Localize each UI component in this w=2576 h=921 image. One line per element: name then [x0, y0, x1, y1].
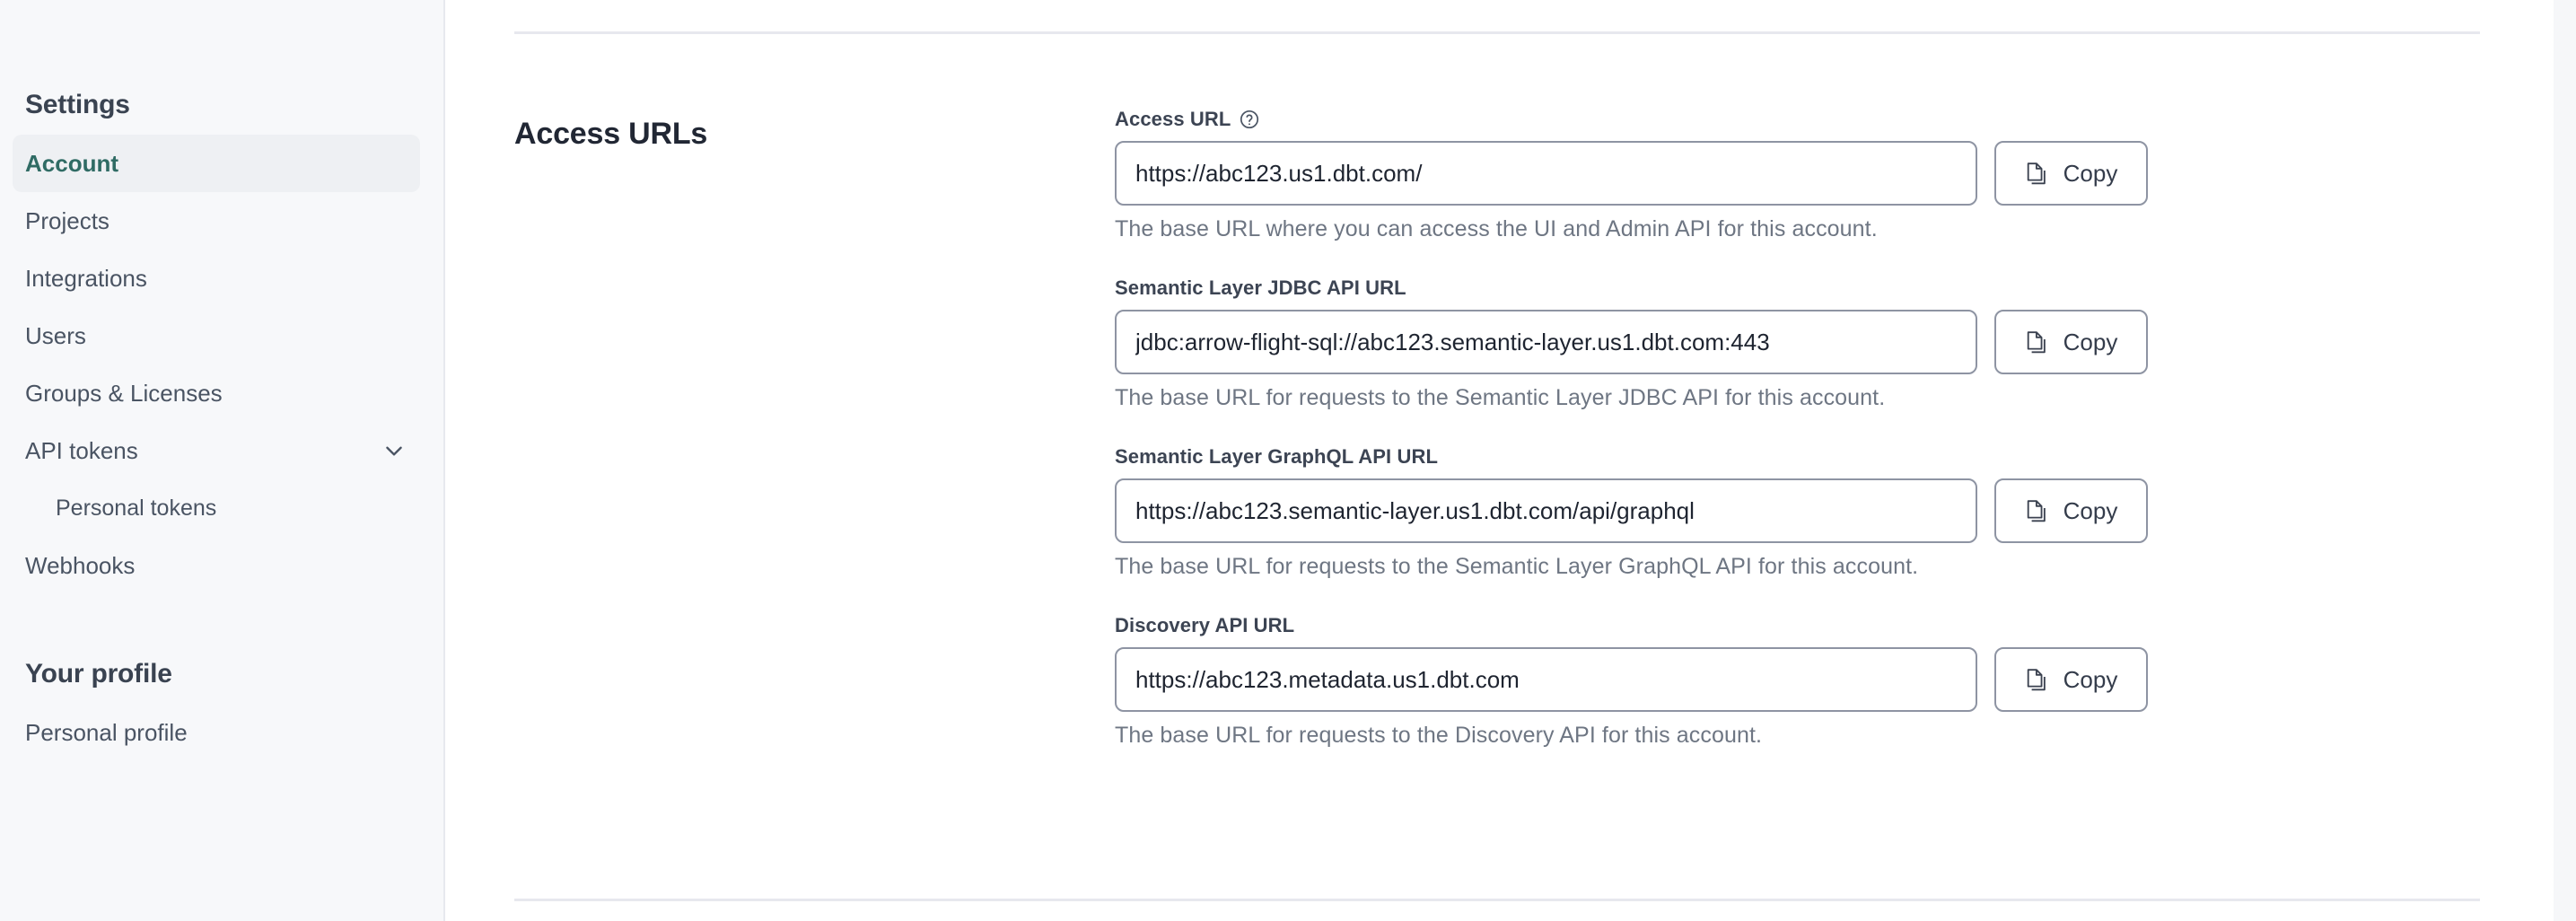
copy-icon: [2025, 497, 2049, 524]
sidebar-settings-title: Settings: [0, 90, 443, 120]
sidebar-item-label: Integrations: [25, 265, 406, 293]
url-input[interactable]: [1115, 647, 1977, 712]
sidebar-item-label: Projects: [25, 207, 406, 235]
field-group: Access URL Copy The base URL where you can…: [1115, 108, 2480, 242]
copy-button-label: Copy: [2063, 329, 2118, 356]
section-divider-bottom: [514, 899, 2480, 901]
copy-button[interactable]: Copy: [1994, 478, 2148, 543]
sidebar-item-label: Webhooks: [25, 552, 406, 580]
field-label-row: Discovery API URL: [1115, 614, 2480, 637]
sidebar-item-users[interactable]: Users: [13, 307, 420, 364]
field-input-row: Copy: [1115, 647, 2480, 712]
sidebar-item-label: Personal tokens: [56, 496, 406, 522]
field-label: Semantic Layer GraphQL API URL: [1115, 445, 1438, 469]
field-help-text: The base URL where you can access the UI…: [1115, 216, 2480, 242]
sidebar-item-label: Account: [25, 150, 406, 178]
help-icon[interactable]: [1239, 109, 1260, 130]
field-group: Semantic Layer GraphQL API URL Copy The ba…: [1115, 445, 2480, 580]
field-input-row: Copy: [1115, 478, 2480, 543]
field-label-row: Semantic Layer JDBC API URL: [1115, 276, 2480, 300]
copy-button-label: Copy: [2063, 160, 2118, 188]
field-input-row: Copy: [1115, 310, 2480, 374]
sidebar-item-label: API tokens: [25, 437, 382, 465]
sidebar-settings-nav: Account Projects Integrations Users Groups &…: [0, 135, 443, 594]
field-label: Access URL: [1115, 108, 1231, 131]
field-help-text: The base URL for requests to the Semanti…: [1115, 385, 2480, 411]
sidebar-item-groups-licenses[interactable]: Groups & Licenses: [13, 364, 420, 422]
sidebar-item-label: Users: [25, 322, 406, 350]
section-divider-top: [514, 31, 2480, 34]
url-input[interactable]: [1115, 310, 1977, 374]
copy-icon: [2025, 666, 2049, 693]
field-help-text: The base URL for requests to the Semanti…: [1115, 554, 2480, 580]
sidebar-item-label: Groups & Licenses: [25, 380, 406, 408]
url-input[interactable]: [1115, 141, 1977, 206]
section-heading: Access URLs: [514, 108, 1115, 152]
copy-button[interactable]: Copy: [1994, 310, 2148, 374]
copy-button-label: Copy: [2063, 666, 2118, 694]
field-label: Semantic Layer JDBC API URL: [1115, 276, 1406, 300]
sidebar-item-api-tokens[interactable]: API tokens: [13, 422, 420, 479]
sidebar-item-personal-profile[interactable]: Personal profile: [13, 704, 420, 761]
field-help-text: The base URL for requests to the Discove…: [1115, 723, 2480, 749]
copy-button[interactable]: Copy: [1994, 647, 2148, 712]
field-group: Discovery API URL Copy The base URL for re…: [1115, 614, 2480, 749]
field-label-row: Access URL: [1115, 108, 2480, 131]
sidebar-item-webhooks[interactable]: Webhooks: [13, 537, 420, 594]
access-urls-field-list: Access URL Copy The base URL where you can…: [1115, 108, 2480, 749]
chevron-down-icon[interactable]: [382, 439, 406, 462]
copy-icon: [2025, 329, 2049, 355]
sidebar-item-personal-tokens[interactable]: Personal tokens: [13, 479, 420, 537]
copy-button[interactable]: Copy: [1994, 141, 2148, 206]
copy-button-label: Copy: [2063, 497, 2118, 525]
field-label: Discovery API URL: [1115, 614, 1294, 637]
settings-page: Settings Account Projects Integrations User…: [0, 0, 2576, 921]
field-input-row: Copy: [1115, 141, 2480, 206]
url-input[interactable]: [1115, 478, 1977, 543]
sidebar-item-integrations[interactable]: Integrations: [13, 250, 420, 307]
settings-sidebar: Settings Account Projects Integrations User…: [0, 0, 445, 921]
access-urls-section: Access URLs Access URL Copy The base URL w…: [514, 108, 2480, 749]
field-group: Semantic Layer JDBC API URL Copy The base …: [1115, 276, 2480, 411]
sidebar-profile-nav: Personal profile: [0, 704, 443, 761]
main-content: Access URLs Access URL Copy The base URL w…: [445, 0, 2576, 921]
sidebar-item-account[interactable]: Account: [13, 135, 420, 192]
right-rail: [2554, 0, 2576, 921]
sidebar-profile-title: Your profile: [0, 659, 443, 689]
sidebar-item-projects[interactable]: Projects: [13, 192, 420, 250]
sidebar-item-label: Personal profile: [25, 719, 406, 747]
copy-icon: [2025, 160, 2049, 187]
field-label-row: Semantic Layer GraphQL API URL: [1115, 445, 2480, 469]
